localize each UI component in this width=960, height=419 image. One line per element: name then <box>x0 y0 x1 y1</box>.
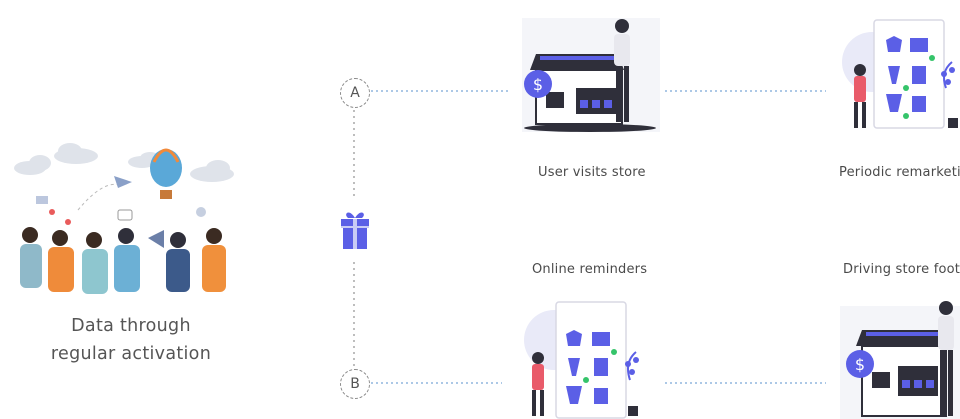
flow-b-label: B <box>350 376 360 392</box>
svg-text:$: $ <box>533 75 543 94</box>
remarketing-illustration <box>842 19 958 129</box>
connector-lines <box>353 90 826 384</box>
step-online-reminders: Online reminders <box>532 262 648 277</box>
step-driving-store-footfall: Driving store footfal <box>843 262 960 277</box>
step-periodic-remarketing: Periodic remarketing <box>839 165 960 180</box>
svg-text:$: $ <box>855 355 865 374</box>
flow-a-label: A <box>350 85 360 101</box>
flow-a-marker: A <box>340 78 370 108</box>
footfall-store-illustration: $ <box>840 301 960 419</box>
store-illustration: $ <box>522 18 660 132</box>
flow-b-marker: B <box>340 369 370 399</box>
gift-icon <box>341 212 369 249</box>
online-reminders-illustration <box>524 301 639 419</box>
step-user-visits-store: User visits store <box>538 165 646 180</box>
